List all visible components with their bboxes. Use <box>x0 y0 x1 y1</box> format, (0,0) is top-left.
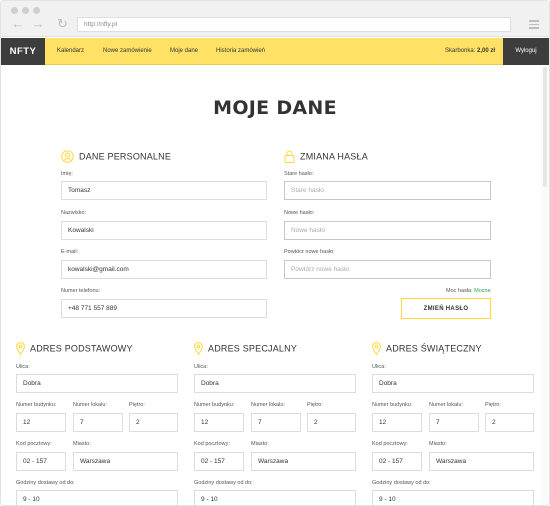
back-arrow-icon[interactable]: ← <box>11 17 25 30</box>
floor-label: Piętro: <box>485 402 501 408</box>
repeat-password-label: Powtórz nowe hasło: <box>284 249 335 255</box>
personal-section-heading: DANE PERSONALNE <box>61 150 171 164</box>
city-label: Miasto: <box>73 441 91 447</box>
floor-label: Piętro: <box>129 402 145 408</box>
password-strength-value: Mocne <box>474 288 491 294</box>
delivery-hours-field[interactable] <box>16 490 178 505</box>
postcode-label: Kod pocztowy: <box>16 441 52 447</box>
building-label: Numer budynku: <box>194 402 235 408</box>
scroll-thumb[interactable] <box>543 67 547 187</box>
apartment-field[interactable] <box>73 413 123 432</box>
first-name-label: Imię: <box>61 171 73 177</box>
address-heading-text: ADRES SPECJALNY <box>208 343 298 354</box>
apartment-label: Numer lokalu: <box>73 402 107 408</box>
apartment-field[interactable] <box>251 413 301 432</box>
page-title: MOJE DANE <box>213 97 337 119</box>
old-password-label: Stare hasło: <box>284 171 314 177</box>
delivery-hours-label: Godziny dostawy od do: <box>194 480 253 486</box>
password-strength-label: Moc hasła: <box>446 288 473 294</box>
lock-icon <box>284 150 295 163</box>
street-field[interactable] <box>194 374 356 393</box>
map-pin-icon <box>16 342 25 355</box>
browser-window: ← → ↻ http://nfty.pl NFTY Kalendarz Nowe… <box>0 0 550 506</box>
delivery-hours-label: Godziny dostawy od do: <box>372 480 431 486</box>
address-heading-text: ADRES PODSTAWOWY <box>30 343 133 354</box>
delivery-hours-label: Godziny dostawy od do: <box>16 480 75 486</box>
postcode-field[interactable] <box>372 452 422 471</box>
window-dot-icon <box>33 7 40 14</box>
email-label: E-mail: <box>61 249 79 255</box>
reload-icon[interactable]: ↻ <box>57 17 70 30</box>
building-field[interactable] <box>16 413 66 432</box>
apartment-label: Numer lokalu: <box>251 402 285 408</box>
user-icon <box>61 150 74 163</box>
street-label: Ulica: <box>372 364 386 370</box>
floor-field[interactable] <box>129 413 178 432</box>
building-label: Numer budynku: <box>372 402 413 408</box>
password-section-heading: ZMIANA HASŁA <box>284 150 368 164</box>
last-name-label: Nazwisko: <box>61 210 87 216</box>
city-field[interactable] <box>251 452 356 471</box>
nav-link-new-order[interactable]: Nowe zamówienie <box>103 38 152 65</box>
balance-value: 2,00 zł <box>477 48 496 54</box>
city-label: Miasto: <box>429 441 447 447</box>
address-heading-text: ADRES ŚWIĄTECZNY <box>386 343 482 354</box>
old-password-field[interactable] <box>284 181 491 200</box>
password-heading-text: ZMIANA HASŁA <box>300 151 368 162</box>
window-dot-icon <box>11 7 18 14</box>
phone-field[interactable] <box>61 299 267 318</box>
address-bar[interactable]: http://nfty.pl <box>77 17 511 32</box>
last-name-field[interactable] <box>61 221 267 240</box>
balance-label: Skarbonka: <box>445 48 476 54</box>
nav-link-calendar[interactable]: Kalendarz <box>57 38 84 65</box>
browser-chrome: ← → ↻ http://nfty.pl <box>1 1 549 37</box>
balance: Skarbonka: 2,00 zł <box>445 38 495 65</box>
new-password-label: Nowe hasło: <box>284 210 315 216</box>
floor-field[interactable] <box>307 413 356 432</box>
building-label: Numer budynku: <box>16 402 57 408</box>
logo[interactable]: NFTY <box>1 38 45 65</box>
personal-heading-text: DANE PERSONALNE <box>79 151 172 162</box>
map-pin-icon <box>372 342 381 355</box>
city-field[interactable] <box>429 452 534 471</box>
floor-label: Piętro: <box>307 402 323 408</box>
browser-menu-icon[interactable] <box>529 20 539 31</box>
postcode-label: Kod pocztowy: <box>194 441 230 447</box>
building-field[interactable] <box>194 413 244 432</box>
delivery-hours-field[interactable] <box>194 490 356 505</box>
city-label: Miasto: <box>251 441 269 447</box>
window-dot-icon <box>22 7 29 14</box>
apartment-label: Numer lokalu: <box>429 402 463 408</box>
nav-link-order-history[interactable]: Historia zamówień <box>216 38 265 65</box>
new-password-field[interactable] <box>284 221 491 240</box>
phone-label: Numer telefonu: <box>61 288 101 294</box>
postcode-field[interactable] <box>194 452 244 471</box>
street-field[interactable] <box>372 374 534 393</box>
postcode-label: Kod pocztowy: <box>372 441 408 447</box>
nav-link-my-data[interactable]: Moje dane <box>170 38 198 65</box>
app-navbar: NFTY Kalendarz Nowe zamówienie Moje dane… <box>1 38 549 65</box>
building-field[interactable] <box>372 413 422 432</box>
first-name-field[interactable] <box>61 181 267 200</box>
repeat-password-field[interactable] <box>284 260 491 279</box>
street-field[interactable] <box>16 374 178 393</box>
apartment-field[interactable] <box>429 413 479 432</box>
email-field[interactable] <box>61 260 267 279</box>
forward-arrow-icon[interactable]: → <box>31 17 45 30</box>
logout-button[interactable]: Wyloguj <box>503 38 549 65</box>
floor-field[interactable] <box>485 413 534 432</box>
delivery-hours-field[interactable] <box>372 490 534 505</box>
street-label: Ulica: <box>16 364 30 370</box>
password-strength: Moc hasła: Mocne <box>446 288 491 294</box>
address-heading: ADRES SPECJALNY <box>194 342 297 356</box>
city-field[interactable] <box>73 452 178 471</box>
page-scrollbar[interactable] <box>541 65 549 505</box>
address-heading: ADRES ŚWIĄTECZNY <box>372 342 482 356</box>
postcode-field[interactable] <box>16 452 66 471</box>
change-password-button[interactable]: ZMIEŃ HASŁO <box>401 298 491 319</box>
map-pin-icon <box>194 342 203 355</box>
street-label: Ulica: <box>194 364 208 370</box>
address-heading: ADRES PODSTAWOWY <box>16 342 133 356</box>
